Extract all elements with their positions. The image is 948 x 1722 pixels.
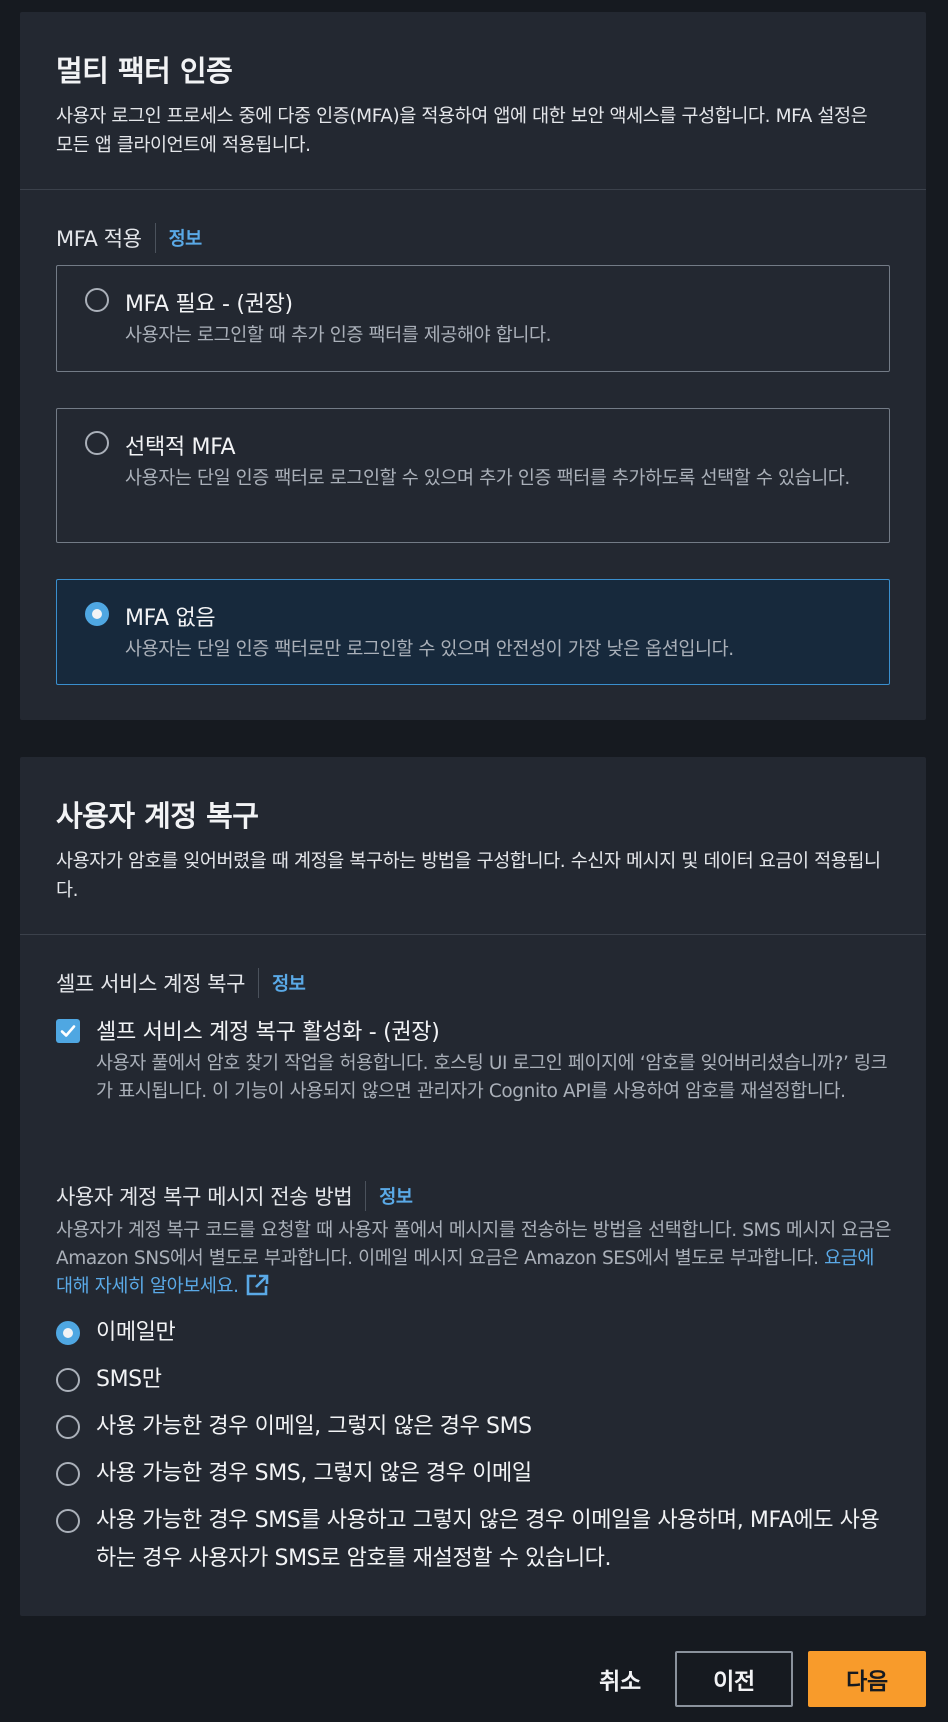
- mfa-enforcement-text: MFA 적용: [56, 227, 142, 251]
- recovery-description: 사용자가 암호를 잊어버렸을 때 계정을 복구하는 방법을 구성합니다. 수신자…: [56, 851, 881, 901]
- delivery-method-text: 사용자 계정 복구 메시지 전송 방법: [56, 1185, 353, 1209]
- self-service-label: 셀프 서비스 계정 복구 정보: [56, 967, 890, 999]
- email-only-radio[interactable]: [56, 1321, 80, 1345]
- mfa-body: MFA 적용 정보: [20, 190, 926, 254]
- next-button[interactable]: 다음: [808, 1651, 926, 1707]
- delivery-option-label: 사용 가능한 경우 SMS, 그렇지 않은 경우 이메일: [96, 1461, 532, 1486]
- label-divider: [258, 968, 260, 998]
- sms-with-mfa-radio[interactable]: [56, 1509, 80, 1533]
- self-service-checkbox-description: 사용자 풀에서 암호 찾기 작업을 허용합니다. 호스팅 UI 로그인 페이지에…: [96, 1053, 888, 1102]
- delivery-option-email-only[interactable]: 이메일만: [56, 1319, 886, 1352]
- delivery-option-label: SMS만: [96, 1367, 162, 1392]
- delivery-option-label: 사용 가능한 경우 이메일, 그렇지 않은 경우 SMS: [96, 1414, 532, 1439]
- delivery-info-link[interactable]: 정보: [379, 1183, 413, 1209]
- mfa-enforcement-label: MFA 적용 정보: [56, 222, 890, 254]
- mfa-option-none[interactable]: MFA 없음 사용자는 단일 인증 팩터로만 로그인할 수 있으며 안전성이 가…: [56, 579, 890, 685]
- mfa-option-description: 사용자는 로그인할 때 추가 인증 팩터를 제공해야 합니다.: [125, 325, 552, 346]
- delivery-method-label: 사용자 계정 복구 메시지 전송 방법 정보: [56, 1180, 413, 1212]
- label-divider: [365, 1181, 367, 1211]
- recovery-body: 셀프 서비스 계정 복구 정보: [20, 935, 926, 999]
- mfa-panel-header: 멀티 팩터 인증 사용자 로그인 프로세스 중에 다중 인증(MFA)을 적용하…: [20, 12, 926, 190]
- label-divider: [154, 223, 156, 253]
- mfa-none-radio[interactable]: [85, 602, 109, 626]
- recovery-title: 사용자 계정 복구: [56, 799, 259, 833]
- mfa-option-title: MFA 필요 - (권장): [125, 292, 293, 317]
- mfa-title: 멀티 팩터 인증: [56, 54, 233, 88]
- mfa-option-description: 사용자는 단일 인증 팩터로만 로그인할 수 있으며 안전성이 가장 낮은 옵션…: [125, 639, 734, 660]
- recovery-panel-header: 사용자 계정 복구 사용자가 암호를 잊어버렸을 때 계정을 복구하는 방법을 …: [20, 757, 926, 935]
- check-icon: [60, 1025, 76, 1037]
- email-then-sms-radio[interactable]: [56, 1415, 80, 1439]
- delivery-option-email-then-sms[interactable]: 사용 가능한 경우 이메일, 그렇지 않은 경우 SMS: [56, 1413, 886, 1446]
- sms-only-radio[interactable]: [56, 1368, 80, 1392]
- delivery-option-sms-then-email[interactable]: 사용 가능한 경우 SMS, 그렇지 않은 경우 이메일: [56, 1460, 886, 1493]
- recovery-panel: 사용자 계정 복구 사용자가 암호를 잊어버렸을 때 계정을 복구하는 방법을 …: [20, 757, 926, 1616]
- self-service-info-link[interactable]: 정보: [272, 970, 306, 996]
- delivery-option-sms-with-mfa[interactable]: 사용 가능한 경우 SMS를 사용하고 그렇지 않은 경우 이메일을 사용하며,…: [56, 1507, 886, 1578]
- mfa-option-required[interactable]: MFA 필요 - (권장) 사용자는 로그인할 때 추가 인증 팩터를 제공해야…: [56, 265, 890, 372]
- previous-button[interactable]: 이전: [675, 1651, 793, 1707]
- mfa-option-title: MFA 없음: [125, 606, 216, 631]
- sms-then-email-radio[interactable]: [56, 1462, 80, 1486]
- mfa-required-radio[interactable]: [85, 288, 109, 312]
- delivery-option-label: 이메일만: [96, 1320, 176, 1345]
- self-service-text: 셀프 서비스 계정 복구: [56, 972, 246, 996]
- mfa-option-optional[interactable]: 선택적 MFA 사용자는 단일 인증 팩터로 로그인할 수 있으며 추가 인증 …: [56, 408, 890, 543]
- cancel-button[interactable]: 취소: [560, 1651, 680, 1707]
- self-service-checkbox-label: 셀프 서비스 계정 복구 활성화 - (권장): [96, 1020, 440, 1045]
- delivery-option-sms-only[interactable]: SMS만: [56, 1366, 886, 1399]
- mfa-option-title: 선택적 MFA: [125, 435, 236, 460]
- self-service-checkbox[interactable]: [56, 1019, 80, 1043]
- mfa-option-description: 사용자는 단일 인증 팩터로 로그인할 수 있으며 추가 인증 팩터를 추가하도…: [125, 468, 850, 489]
- external-link-icon[interactable]: [245, 1273, 271, 1297]
- mfa-panel: 멀티 팩터 인증 사용자 로그인 프로세스 중에 다중 인증(MFA)을 적용하…: [20, 12, 926, 720]
- delivery-method-description: 사용자가 계정 복구 코드를 요청할 때 사용자 풀에서 메시지를 전송하는 방…: [56, 1217, 892, 1301]
- delivery-option-label: 사용 가능한 경우 SMS를 사용하고 그렇지 않은 경우 이메일을 사용하며,…: [96, 1508, 880, 1571]
- mfa-optional-radio[interactable]: [85, 431, 109, 455]
- delivery-description-text: 사용자가 계정 복구 코드를 요청할 때 사용자 풀에서 메시지를 전송하는 방…: [56, 1220, 892, 1269]
- mfa-info-link[interactable]: 정보: [169, 225, 203, 251]
- mfa-description: 사용자 로그인 프로세스 중에 다중 인증(MFA)을 적용하여 앱에 대한 보…: [56, 106, 868, 156]
